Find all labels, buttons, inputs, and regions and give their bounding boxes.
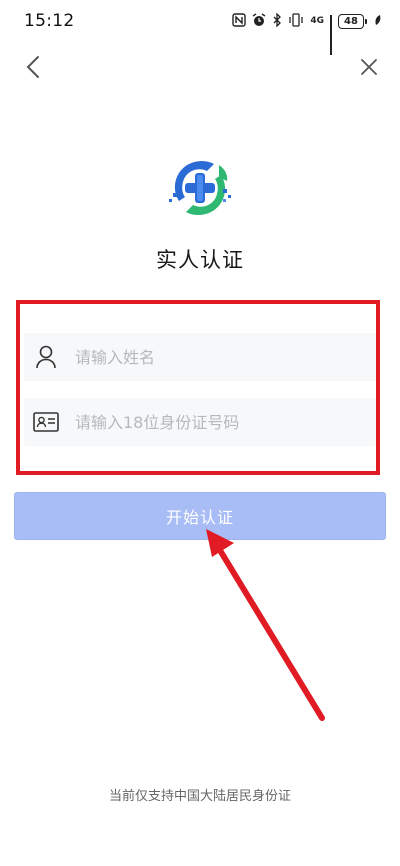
status-bar: 15:12 4G 48	[0, 0, 400, 55]
vibrate-icon	[288, 12, 304, 30]
battery-icon: 48	[338, 13, 367, 29]
id-number-field[interactable]	[24, 398, 376, 446]
back-button[interactable]	[18, 52, 48, 82]
page-title: 实人认证	[156, 248, 244, 272]
bluetooth-icon	[272, 11, 282, 30]
id-card-icon	[31, 407, 61, 437]
medical-cross-logo-icon	[167, 155, 233, 221]
close-icon	[361, 59, 377, 75]
annotation-arrow	[206, 529, 325, 721]
close-button[interactable]	[354, 52, 384, 82]
footer-note: 当前仅支持中国大陆居民身份证	[108, 789, 291, 804]
person-icon	[31, 342, 61, 372]
annotation-highlight-box	[16, 300, 380, 475]
name-field[interactable]	[24, 333, 376, 381]
signal-icon	[330, 15, 332, 55]
nfc-icon	[232, 12, 247, 30]
name-input[interactable]	[73, 336, 357, 378]
battery-level: 48	[344, 15, 358, 27]
alarm-icon	[252, 12, 266, 30]
status-time: 15:12	[24, 11, 75, 31]
leaf-icon	[374, 14, 382, 29]
start-verification-button[interactable]: 开始认证	[14, 492, 386, 540]
id-number-input[interactable]	[73, 401, 357, 443]
chevron-left-icon	[26, 56, 39, 78]
status-icons: 4G 48	[232, 11, 382, 55]
network-type: 4G	[310, 15, 324, 26]
